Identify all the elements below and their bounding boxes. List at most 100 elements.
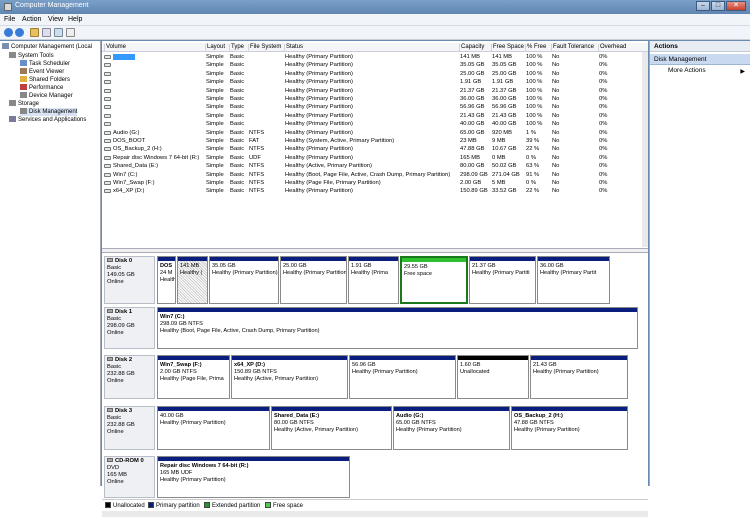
disk-label-disk-3[interactable]: Disk 3 Basic 232.88 GB Online (104, 406, 155, 450)
volume-pct: 100 % (526, 96, 543, 102)
disk-label-disk-2[interactable]: Disk 2 Basic 232.88 GB Online (104, 355, 155, 399)
help-icon[interactable] (54, 28, 63, 37)
partition-block[interactable]: x64_XP (D:) 150.89 GB NTFS Healthy (Active… (231, 355, 348, 399)
volume-row[interactable]: Simple Basic Healthy (Primary Partition) 21… (102, 112, 648, 120)
volume-icon (104, 113, 111, 118)
column-header-file-system[interactable]: File System (248, 44, 281, 52)
volume-row[interactable]: Simple Basic Healthy (Primary Partition) 21… (102, 87, 648, 95)
volume-fs: FAT (249, 138, 260, 144)
legend-swatch (204, 502, 210, 508)
partition-block[interactable]: 21.37 GB Healthy (Primary Partiti (469, 256, 536, 304)
volume-row[interactable]: Win7_Swap (F:) Simple Basic NTFS Healthy (Pa… (102, 179, 648, 187)
partition-block[interactable]: 141 MB Healthy ( (177, 256, 208, 304)
back-icon[interactable] (4, 28, 13, 37)
partition-block[interactable]: 1.60 GB Unallocated (457, 355, 529, 399)
column-header-type[interactable]: Type (229, 44, 244, 52)
folder-icon[interactable] (30, 28, 39, 37)
tree-item-storage[interactable]: Storage (9, 100, 39, 108)
partition-block[interactable]: Shared_Data (E:) 80.00 GB NTFS Healthy (Ac… (271, 406, 392, 450)
partition-block[interactable]: 25.00 GB Healthy (Primary Partition) (280, 256, 347, 304)
column-header-volume[interactable]: Volume (104, 44, 126, 52)
partition-type-bar (158, 407, 269, 411)
volume-icon (104, 122, 111, 127)
partition-block[interactable]: 36.00 GB Healthy (Primary Partit (537, 256, 610, 304)
tree-item-services-and-applications[interactable]: Services and Applications (9, 116, 86, 124)
partition-status: Healthi (160, 277, 176, 283)
volume-row[interactable]: Simple Basic Healthy (Primary Partition) 14… (102, 53, 648, 61)
column-header-capacity[interactable]: Capacity (459, 44, 484, 52)
tree-item-performance[interactable]: Performance (20, 84, 63, 92)
volume-fs: NTFS (249, 171, 265, 178)
disk-label-disk-0[interactable]: Disk 0 Basic 149.05 GB Online (104, 256, 155, 304)
minimize-button[interactable]: – (696, 1, 710, 11)
column-header-overhead[interactable]: Overhead (598, 44, 626, 52)
volume-free: 271.04 GB (492, 171, 520, 178)
volume-row[interactable]: Simple Basic Healthy (Primary Partition) 1.… (102, 78, 648, 86)
menu-help[interactable]: Help (68, 16, 82, 23)
partition-block[interactable]: 56.96 GB Healthy (Primary Partition) (349, 355, 456, 399)
close-button[interactable]: ✕ (726, 1, 746, 11)
volume-ft: No (552, 87, 560, 94)
volume-row[interactable]: x64_XP (D:) Simple Basic NTFS Healthy (Prima… (102, 187, 648, 195)
menu-action[interactable]: Action (22, 16, 41, 23)
partition-status: Healthy (Primary Partition) (533, 369, 599, 375)
volume-type: Basic (230, 180, 245, 186)
tree-item-system-tools[interactable]: System Tools (9, 52, 54, 60)
partition-block[interactable]: Win7 (C:) 298.09 GB NTFS Healthy (Boot, Pa… (157, 307, 638, 349)
volume-pct: 22 % (526, 146, 540, 153)
volume-name: Audio (G:) (113, 129, 140, 136)
show-hide-tree-icon[interactable] (66, 28, 75, 37)
properties-icon[interactable] (42, 28, 51, 37)
forward-icon[interactable] (15, 28, 24, 37)
partition-block[interactable]: 35.05 GB Healthy (Primary Partition) (209, 256, 279, 304)
volume-row[interactable]: Repair disc Windows 7 64-bit (R:) Simple B… (102, 154, 648, 162)
actions-section-disk-management[interactable]: Disk Management (650, 54, 750, 65)
volume-list-scrollbar[interactable] (642, 52, 648, 247)
tree-item-disk-management[interactable]: Disk Management (20, 108, 78, 116)
disk-label-cd-rom-0[interactable]: CD-ROM 0 DVD 165 MB Online (104, 456, 155, 498)
horizontal-scrollbar[interactable] (102, 511, 648, 517)
volume-row[interactable]: Simple Basic Healthy (Primary Partition) 36… (102, 95, 648, 103)
volume-row[interactable]: Simple Basic Healthy (Primary Partition) 56… (102, 103, 648, 111)
volume-fs: UDF (249, 154, 261, 161)
partition-block[interactable]: 40.00 GB Healthy (Primary Partition) (157, 406, 270, 450)
partition-block[interactable]: DOS 24 M Healthi (157, 256, 176, 304)
partition-block[interactable]: OS_Backup_2 (H:) 47.88 GB NTFS Healthy (Pr… (511, 406, 628, 450)
volume-row[interactable]: DOS_BOOT Simple Basic FAT Healthy (System, A… (102, 137, 648, 145)
volume-oh: 0% (599, 138, 608, 144)
volume-row[interactable]: Simple Basic Healthy (Primary Partition) 25… (102, 70, 648, 78)
volume-row[interactable]: Simple Basic Healthy (Primary Partition) 40… (102, 120, 648, 128)
menu-view[interactable]: View (48, 16, 63, 23)
partition-size: 29.55 GB (404, 264, 428, 270)
volume-row[interactable]: Shared_Data (E:) Simple Basic NTFS Healthy (… (102, 162, 648, 170)
volume-oh: 0% (599, 54, 608, 60)
column-header-status[interactable]: Status (284, 44, 303, 52)
partition-block[interactable]: Repair disc Windows 7 64-bit (R:) 165 MB … (157, 456, 350, 498)
partition-block[interactable]: 29.55 GB Free space (400, 256, 468, 304)
tree-item-computer-management-local[interactable]: Computer Management (Local (2, 43, 92, 51)
partition-block[interactable]: Audio (G:) 65.00 GB NTFS Healthy (Primary … (393, 406, 510, 450)
partition-size: 298.09 GB NTFS (160, 321, 203, 327)
disk-label-disk-1[interactable]: Disk 1 Basic 298.09 GB Online (104, 307, 155, 349)
column-header-fault-tolerance[interactable]: Fault Tolerance (551, 44, 594, 52)
more-actions-link[interactable]: More Actions (668, 67, 706, 74)
volume-row[interactable]: OS_Backup_2 (H:) Simple Basic NTFS Healthy (… (102, 145, 648, 153)
volume-ft: No (552, 188, 560, 195)
partition-block[interactable]: 21.43 GB Healthy (Primary Partition) (530, 355, 628, 399)
tree-item-shared-folders[interactable]: Shared Folders (20, 76, 70, 84)
column-header--free[interactable]: % Free (525, 44, 546, 52)
tree-item-task-scheduler[interactable]: Task Scheduler (20, 60, 70, 68)
column-header-layout[interactable]: Layout (205, 44, 225, 52)
tree-item-event-viewer[interactable]: Event Viewer (20, 68, 64, 76)
tree-item-device-manager[interactable]: Device Manager (20, 92, 73, 100)
volume-row[interactable]: Audio (G:) Simple Basic NTFS Healthy (Primar… (102, 129, 648, 137)
volume-free: 50.02 GB (492, 163, 517, 170)
volume-row[interactable]: Simple Basic Healthy (Primary Partition) 35… (102, 61, 648, 69)
volume-row[interactable]: Win7 (C:) Simple Basic NTFS Healthy (Boot, P… (102, 171, 648, 179)
menu-file[interactable]: File (4, 16, 15, 23)
partition-block[interactable]: 1.91 GB Healthy (Prima (348, 256, 399, 304)
partition-block[interactable]: Win7_Swap (F:) 2.00 GB NTFS Healthy (Page … (157, 355, 230, 399)
column-header-free-space[interactable]: Free Space (491, 44, 524, 52)
partition-status: Healthy (Boot, Page File, Active, Crash … (160, 328, 320, 334)
maximize-button[interactable]: □ (711, 1, 725, 11)
